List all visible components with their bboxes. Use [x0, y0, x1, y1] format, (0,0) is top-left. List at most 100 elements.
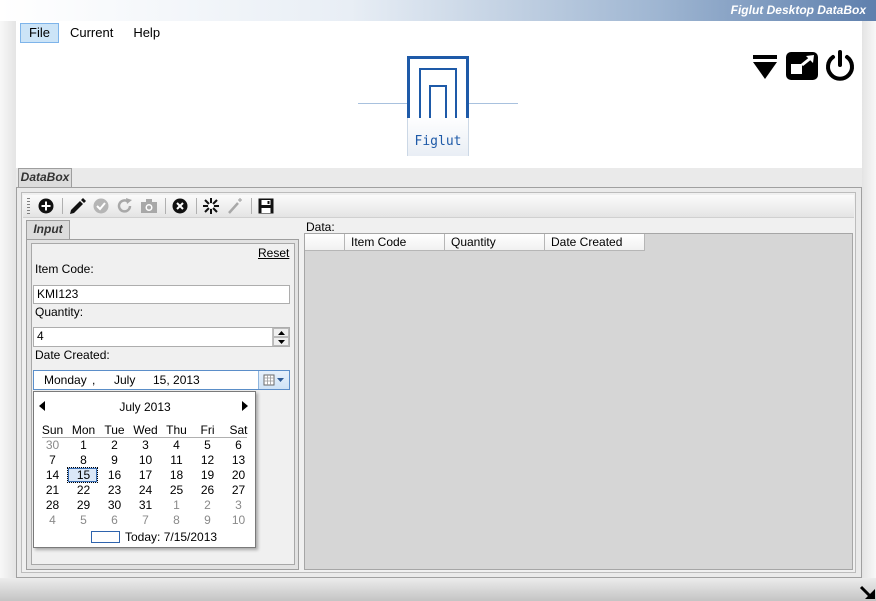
grid-column-date-created[interactable]: Date Created [545, 234, 645, 251]
power-icon[interactable] [824, 50, 856, 82]
calendar-prev-icon[interactable] [38, 400, 48, 412]
date-month[interactable]: July [114, 371, 135, 389]
calendar-day[interactable]: 28 [37, 498, 68, 513]
calendar-week-row: 4 5 6 7 8 9 10 [37, 513, 254, 528]
calendar-day[interactable]: 17 [130, 468, 161, 483]
menu-help[interactable]: Help [124, 23, 169, 43]
calendar-day[interactable]: 7 [37, 453, 68, 468]
calendar-day[interactable]: 30 [37, 438, 68, 453]
date-day-year[interactable]: 15, 2013 [153, 371, 200, 389]
calendar-day[interactable]: 22 [68, 483, 99, 498]
calendar-day[interactable]: 23 [99, 483, 130, 498]
calendar-day[interactable]: 27 [223, 483, 254, 498]
calendar-day[interactable]: 14 [37, 468, 68, 483]
calendar-next-icon[interactable] [241, 400, 251, 412]
calendar-day[interactable]: 7 [130, 513, 161, 528]
app-title: Figlut Desktop DataBox [730, 3, 866, 17]
logo-text: Figlut [414, 134, 462, 149]
calendar-day[interactable]: 13 [223, 453, 254, 468]
calendar-day[interactable]: 26 [192, 483, 223, 498]
calendar-day[interactable]: 2 [99, 438, 130, 453]
quantity-stepper[interactable]: 4 [33, 327, 290, 347]
calendar-day[interactable]: 3 [223, 498, 254, 513]
calendar-day[interactable]: 19 [192, 468, 223, 483]
toolbar-separator [62, 198, 63, 214]
right-frame [862, 21, 876, 581]
calendar-day[interactable]: 9 [99, 453, 130, 468]
weekday-header: Sun [41, 423, 64, 437]
calendar-day[interactable]: 31 [130, 498, 161, 513]
calendar-grid: 30 1 2 3 4 5 6 7 8 9 10 11 12 13 14 15 16 17 18 19 20 21 22 23 2… [37, 438, 254, 528]
calendar-day[interactable]: 25 [161, 483, 192, 498]
date-picker-field[interactable]: Monday , July 15, 2013 [33, 370, 290, 390]
calendar-day[interactable]: 5 [68, 513, 99, 528]
data-grid-header: Item Code Quantity Date Created [305, 234, 645, 251]
weekday-header: Tue [104, 423, 125, 437]
calendar-day[interactable]: 29 [68, 498, 99, 513]
toolbar-separator [165, 198, 166, 214]
cancel-icon[interactable] [169, 196, 191, 216]
calendar-day[interactable]: 10 [223, 513, 254, 528]
add-icon[interactable] [35, 196, 57, 216]
weekday-header: Fri [200, 423, 215, 437]
calendar-day[interactable]: 8 [161, 513, 192, 528]
calendar-day[interactable]: 30 [99, 498, 130, 513]
camera-icon[interactable] [138, 196, 160, 216]
calendar-weekday-row: Sun Mon Tue Wed Thu Fri Sat [37, 423, 254, 437]
date-weekday[interactable]: Monday [44, 371, 87, 389]
calendar-day[interactable]: 8 [68, 453, 99, 468]
check-icon[interactable] [90, 196, 112, 216]
item-code-input[interactable]: KMI123 [33, 285, 290, 304]
magic-wand-icon[interactable] [224, 196, 246, 216]
calendar-day[interactable]: 9 [192, 513, 223, 528]
toolbar-separator [196, 198, 197, 214]
calendar-day[interactable]: 11 [161, 453, 192, 468]
weekday-header: Mon [71, 423, 96, 437]
calendar-day[interactable]: 3 [130, 438, 161, 453]
calendar-day[interactable]: 24 [130, 483, 161, 498]
calendar-day[interactable]: 6 [99, 513, 130, 528]
calendar-day[interactable]: 6 [223, 438, 254, 453]
calendar-day[interactable]: 12 [192, 453, 223, 468]
reset-link[interactable]: Reset [258, 246, 289, 260]
burst-icon[interactable] [200, 196, 222, 216]
calendar-day[interactable]: 21 [37, 483, 68, 498]
calendar-day[interactable]: 5 [192, 438, 223, 453]
date-created-label: Date Created: [35, 348, 110, 362]
edit-pencil-icon[interactable] [66, 196, 88, 216]
calendar-day[interactable]: 16 [99, 468, 130, 483]
spin-down-icon[interactable] [273, 337, 289, 346]
weekday-header: Thu [166, 423, 187, 437]
menu-bar: File Current Help [20, 23, 171, 43]
calendar-today-link[interactable]: Today: 7/15/2013 [125, 530, 217, 544]
menu-current[interactable]: Current [61, 23, 122, 43]
grid-column-item-code[interactable]: Item Code [345, 234, 445, 251]
calendar-day[interactable]: 4 [37, 513, 68, 528]
left-frame [0, 21, 16, 581]
calendar-day[interactable]: 10 [130, 453, 161, 468]
tab-databox[interactable]: DataBox [18, 168, 72, 187]
calendar-month-title[interactable]: July 2013 [60, 400, 230, 414]
calendar-dropdown-button[interactable] [258, 371, 289, 389]
quantity-label: Quantity: [35, 305, 84, 319]
calendar-day[interactable]: 15 [68, 468, 99, 483]
data-grid[interactable] [304, 233, 853, 570]
resize-arrow-icon[interactable] [858, 584, 876, 601]
calendar-day[interactable]: 1 [68, 438, 99, 453]
grid-column-quantity[interactable]: Quantity [445, 234, 545, 251]
calendar-day[interactable]: 1 [161, 498, 192, 513]
tab-input[interactable]: Input [26, 220, 70, 239]
grid-row-header-corner[interactable] [305, 234, 345, 251]
minimize-down-icon[interactable] [752, 50, 784, 82]
calendar-day[interactable]: 4 [161, 438, 192, 453]
spin-up-icon[interactable] [273, 328, 289, 337]
toolbar-grip[interactable] [27, 198, 30, 214]
save-icon[interactable] [255, 196, 277, 216]
calendar-day[interactable]: 18 [161, 468, 192, 483]
restore-icon[interactable] [786, 50, 818, 82]
calendar-day[interactable]: 2 [192, 498, 223, 513]
toolbar-separator [251, 198, 252, 214]
calendar-day[interactable]: 20 [223, 468, 254, 483]
refresh-icon[interactable] [114, 196, 136, 216]
menu-file[interactable]: File [20, 23, 59, 43]
